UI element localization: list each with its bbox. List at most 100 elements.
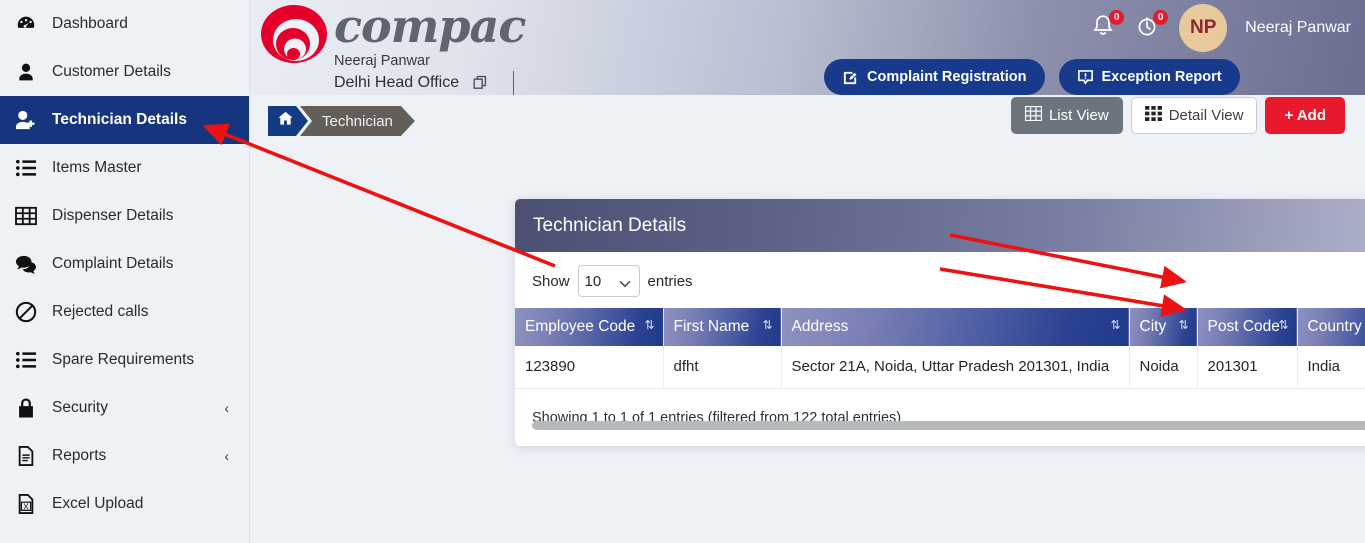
horizontal-scrollbar-thumb[interactable] [532,420,1365,430]
breadcrumb: Technician [268,106,415,136]
sidebar-item-label: Complaint Details [52,255,174,272]
list-view-label: List View [1048,107,1109,124]
complaint-registration-label: Complaint Registration [867,69,1027,85]
pending-clock-button[interactable]: 0 [1135,10,1169,43]
chevron-left-icon: ‹ [224,448,229,464]
column-label: Employee Code [525,318,636,335]
column-label: Country [1307,318,1362,335]
add-button[interactable]: + Add [1265,97,1345,134]
sidebar-item-label: Spare Requirements [52,351,195,368]
column-country[interactable]: Country ⇅ [1297,308,1365,346]
top-header: compac Neeraj Panwar Delhi Head Office C… [250,0,1365,95]
comments-icon [14,252,38,276]
column-label: City [1139,318,1167,335]
sidebar-item-dashboard[interactable]: Dashboard [0,0,249,48]
list-view-button[interactable]: List View [1010,97,1123,134]
table-header: Employee Code ⇅ First Name ⇅ Address ⇅ C… [515,308,1365,346]
compac-logo-icon [258,4,330,76]
brand-block: compac Neeraj Panwar Delhi Head Office [250,0,526,95]
detail-view-icon [1144,106,1162,125]
column-label: Post Code [1207,318,1280,335]
sidebar-item-label: Items Master [52,159,142,176]
exception-report-button[interactable]: Exception Report [1058,59,1240,95]
table-header-row: Employee Code ⇅ First Name ⇅ Address ⇅ C… [515,308,1365,346]
sidebar-item-reports[interactable]: Reports ‹ [0,432,249,480]
brand-user-line: Neeraj Panwar [334,53,430,69]
brand-wordmark: compac [334,0,526,53]
sidebar-item-customer-details[interactable]: Customer Details [0,48,249,96]
sidebar-item-excel-upload[interactable]: X Excel Upload [0,480,249,528]
sidebar-item-label: Technician Details [52,111,187,128]
table-row[interactable]: 123890 dfht Sector 21A, Noida, Uttar Pra… [515,346,1365,389]
column-employee-code[interactable]: Employee Code ⇅ [515,308,664,346]
cell-address: Sector 21A, Noida, Uttar Pradesh 201301,… [781,346,1130,389]
bell-badge: 0 [1109,10,1125,25]
breadcrumb-home-button[interactable] [268,106,308,136]
user-icon [14,60,38,84]
sidebar-item-label: Rejected calls [52,303,149,320]
sidebar-item-label: Excel Upload [52,495,144,512]
sidebar: Dashboard Customer Details Technician De… [0,0,250,543]
exception-report-label: Exception Report [1101,69,1222,85]
column-label: First Name [673,318,750,335]
horizontal-scrollbar-track[interactable] [532,420,1365,430]
brand-office-line: Delhi Head Office [334,74,460,91]
lock-icon [14,396,38,420]
sidebar-item-spare-requirements[interactable]: Spare Requirements [0,336,249,384]
file-lines-icon [14,444,38,468]
edit-square-icon [842,69,859,86]
sort-icon: ⇅ [1110,318,1121,332]
column-label: Address [791,318,849,335]
cell-first-name: dfht [663,346,782,389]
table-scroll-area[interactable]: Employee Code ⇅ First Name ⇅ Address ⇅ C… [515,308,1365,389]
cell-country: India [1297,346,1365,389]
account-name: Neeraj Panwar [1245,19,1351,36]
avatar[interactable]: NP [1179,4,1228,52]
brand-text: compac Neeraj Panwar Delhi Head Office [334,0,526,95]
card-title: Technician Details [533,214,687,236]
switch-office-icon[interactable] [473,75,489,91]
breadcrumb-bar: Technician List View Detail View + Add [250,95,1365,151]
list-icon [14,156,38,180]
column-post-code[interactable]: Post Code ⇅ [1197,308,1298,346]
table-icon [14,204,38,228]
sidebar-item-security[interactable]: Security ‹ [0,384,249,432]
sort-icon: ⇅ [1278,318,1289,332]
sidebar-item-technician-details[interactable]: Technician Details [0,96,249,144]
sort-icon: ⇅ [644,318,655,332]
table-controls: Show 10 entries Search: [515,252,1365,308]
sidebar-item-label: Security [52,399,108,416]
clock-badge: 0 [1153,10,1169,25]
column-first-name[interactable]: First Name ⇅ [663,308,782,346]
column-city[interactable]: City ⇅ [1129,308,1198,346]
header-user-block: 0 0 NP Neeraj Panwar [1091,0,1351,56]
alert-box-icon [1077,69,1094,86]
list-view-icon [1024,105,1043,125]
sort-icon: ⇅ [1178,318,1189,332]
cell-post-code: 201301 [1197,346,1298,389]
notifications-bell-button[interactable]: 0 [1091,10,1125,43]
chevron-left-icon: ‹ [224,400,229,416]
home-icon [277,110,294,132]
main-area: compac Neeraj Panwar Delhi Head Office C… [250,0,1365,543]
sidebar-item-label: Reports [52,447,107,464]
sidebar-item-label: Dashboard [52,15,128,32]
detail-view-button[interactable]: Detail View [1130,97,1258,134]
sidebar-item-complaint-details[interactable]: Complaint Details [0,240,249,288]
breadcrumb-current[interactable]: Technician [300,106,415,136]
column-address[interactable]: Address ⇅ [781,308,1130,346]
complaint-registration-button[interactable]: Complaint Registration [824,59,1045,95]
entries-label: entries [647,272,693,290]
sidebar-item-label: Dispenser Details [52,207,174,224]
sidebar-item-label: Customer Details [52,63,171,80]
sidebar-item-rejected-calls[interactable]: Rejected calls [0,288,249,336]
user-plus-icon [14,108,38,132]
page-length-control: Show 10 entries [532,265,693,297]
card-header: Technician Details ••• Download CSV [515,199,1365,252]
technician-details-card: Technician Details ••• Download CSV [515,199,1365,446]
brand-office-row: Delhi Head Office [334,71,525,95]
page-size-select[interactable]: 10 [577,265,640,297]
sidebar-item-dispenser-details[interactable]: Dispenser Details [0,192,249,240]
sidebar-item-items-master[interactable]: Items Master [0,144,249,192]
app-root: Dashboard Customer Details Technician De… [0,0,1365,543]
